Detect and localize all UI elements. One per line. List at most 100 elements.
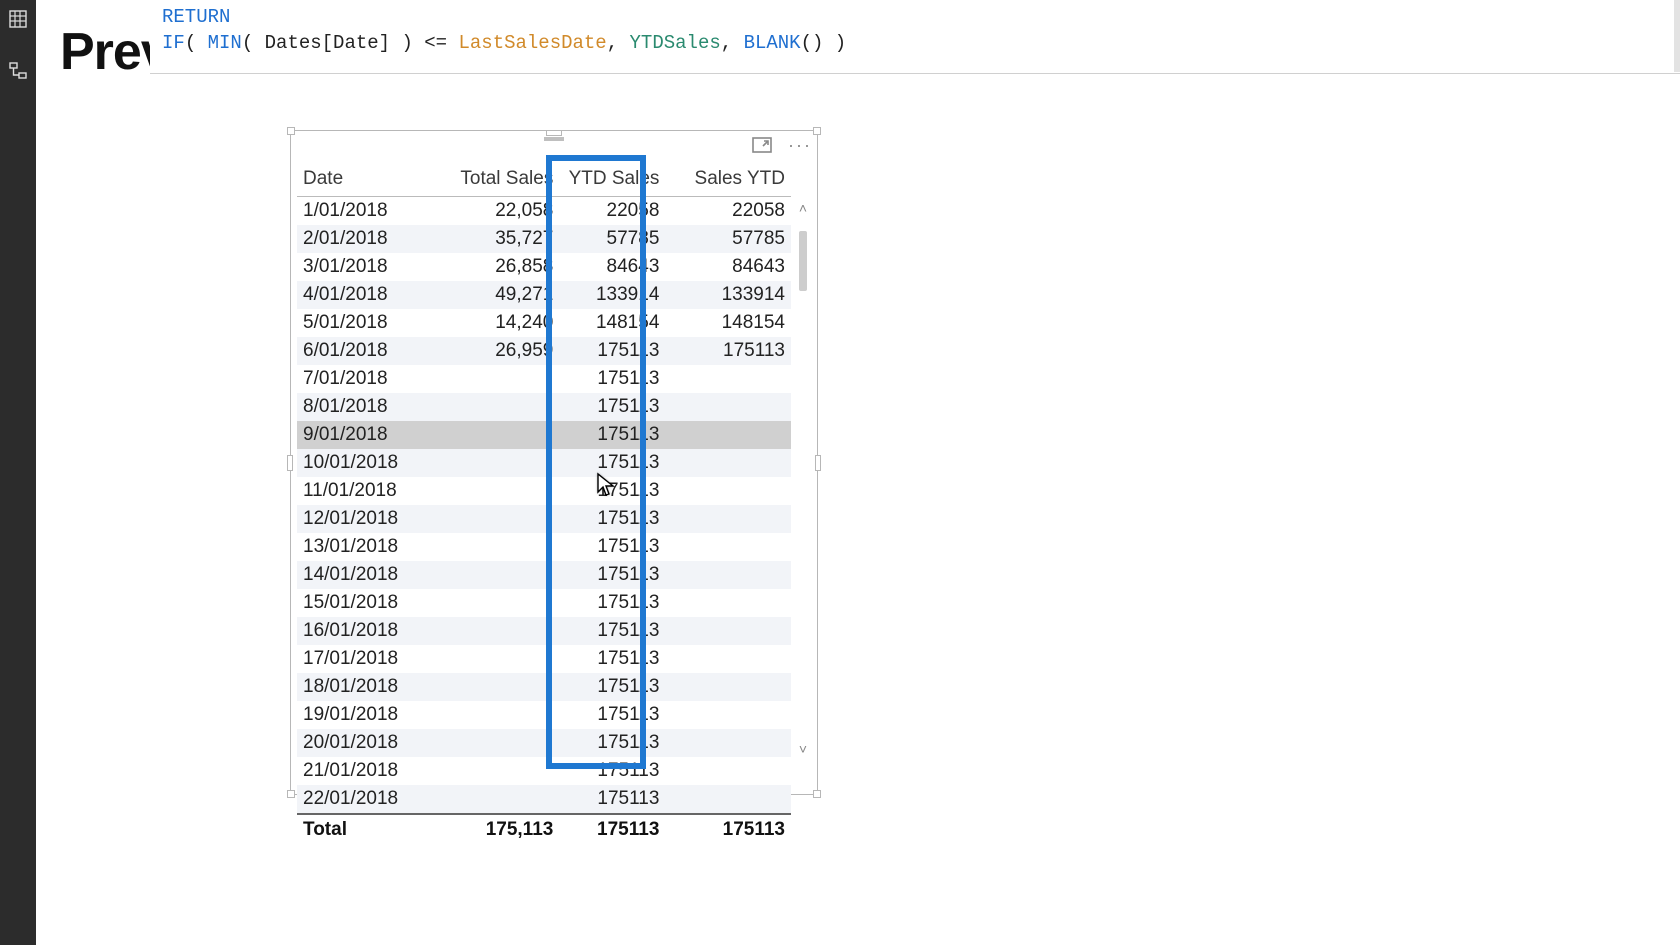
table-row[interactable]: 9/01/2018 175113 [297,421,791,449]
dax-blank-kw: BLANK [744,32,801,54]
date: 6/01/2018 [297,337,437,365]
cell-ytd-sales: 175113 [559,393,665,421]
cell-ytd-sales: 175113 [559,785,665,814]
table-row[interactable]: 7/01/2018175113 [297,365,791,393]
col-header-ytd-sales[interactable]: YTD Sales [559,165,665,197]
cell-sales-ytd: 22058 [665,197,791,226]
col-header-sales-ytd[interactable]: Sales YTD [665,165,791,197]
table-row[interactable]: 18/01/2018175113 [297,673,791,701]
left-nav-rail [0,0,36,945]
date: 17/01/2018 [297,645,437,673]
cell-sales-ytd [665,561,791,589]
resize-handle[interactable] [287,127,295,135]
cell-ytd-sales: 175113 [559,337,665,365]
date: 13/01/2018 [297,533,437,561]
col-header-total-sales[interactable]: Total Sales [437,165,560,197]
cell-total-sales [437,561,560,589]
resize-handle[interactable] [546,130,562,136]
cell-ytd-sales: 175113 [559,617,665,645]
cell-ytd-sales: 175113 [559,421,665,449]
col-header-date[interactable]: Date [297,165,437,197]
resize-handle[interactable] [287,455,293,471]
table-row[interactable]: 5/01/201814,240148154148154 [297,309,791,337]
scroll-up-icon[interactable]: ˄ [799,201,807,215]
cell-total-sales: 26,959 [437,337,560,365]
table-row[interactable]: 12/01/2018175113 [297,505,791,533]
table-row[interactable]: 22/01/2018 175113 [297,785,791,814]
table-row[interactable]: 6/01/201826,959175113175113 [297,337,791,365]
resize-handle[interactable] [815,455,821,471]
table-row[interactable]: 15/01/2018175113 [297,589,791,617]
table-row[interactable]: 21/01/2018175113 [297,757,791,785]
cell-sales-ytd: 57785 [665,225,791,253]
resize-handle[interactable] [813,127,821,135]
table-row[interactable]: 11/01/2018175113 [297,477,791,505]
cell-sales-ytd [665,393,791,421]
cell-ytd-sales: 175113 [559,477,665,505]
cell-ytd-sales: 22058 [559,197,665,226]
date: 19/01/2018 [297,701,437,729]
total-label: Total [297,814,437,844]
date: 12/01/2018 [297,505,437,533]
table-row[interactable]: 13/01/2018 175113 [297,533,791,561]
table-row[interactable]: 3/01/201826,8588464384643 [297,253,791,281]
dax-var-ytdsales: YTDSales [630,32,721,54]
table-row[interactable]: 19/01/2018175113 [297,701,791,729]
table-row[interactable]: 4/01/201849,271133914133914 [297,281,791,309]
data-table[interactable]: Date Total Sales YTD Sales Sales YTD 1/0… [297,165,791,844]
table-row[interactable]: 16/01/2018175113 [297,617,791,645]
model-view-icon[interactable] [0,54,36,88]
table-header-row: Date Total Sales YTD Sales Sales YTD [297,165,791,197]
drag-grip-icon[interactable] [544,137,564,141]
focus-mode-icon[interactable] [749,135,775,155]
cell-total-sales [437,617,560,645]
date: 9/01/2018 [297,421,437,449]
table-row[interactable]: 1/01/201822,0582205822058 [297,197,791,226]
cell-sales-ytd [665,757,791,785]
right-cropped-edge [1674,0,1680,72]
date: 2/01/2018 [297,225,437,253]
cell-ytd-sales: 175113 [559,729,665,757]
date: 14/01/2018 [297,561,437,589]
scroll-thumb[interactable] [799,231,807,291]
table-body: Date Total Sales YTD Sales Sales YTD 1/0… [297,165,811,788]
date: 7/01/2018 [297,365,437,393]
cell-ytd-sales: 175113 [559,533,665,561]
dax-return-kw: RETURN [162,6,230,28]
cell-total-sales [437,365,560,393]
cell-ytd-sales: 175113 [559,449,665,477]
total-sales-ytd: 175113 [665,814,791,844]
cell-ytd-sales: 175113 [559,673,665,701]
table-row[interactable]: 20/01/2018175113 [297,729,791,757]
table-visual[interactable]: ··· Date Total Sales YTD Sales Sales YTD… [290,130,818,795]
date: 15/01/2018 [297,589,437,617]
date: 22/01/2018 [297,785,437,814]
cell-sales-ytd [665,421,791,449]
table-row[interactable]: 10/01/2018175113 [297,449,791,477]
table-row[interactable]: 17/01/2018 175113 [297,645,791,673]
scroll-down-icon[interactable]: ˅ [799,742,807,756]
table-row[interactable]: 2/01/201835,7275778557785 [297,225,791,253]
cell-sales-ytd [665,785,791,814]
date: 21/01/2018 [297,757,437,785]
total-total-sales: 175,113 [437,814,560,844]
table-row[interactable]: 8/01/2018 175113 [297,393,791,421]
dax-if-kw: IF [162,32,185,54]
cell-total-sales: 35,727 [437,225,560,253]
cell-ytd-sales: 57785 [559,225,665,253]
cell-sales-ytd [665,673,791,701]
resize-handle[interactable] [813,790,821,798]
date: 8/01/2018 [297,393,437,421]
cell-total-sales [437,729,560,757]
more-options-icon[interactable]: ··· [787,135,813,155]
cell-total-sales [437,757,560,785]
table-row[interactable]: 14/01/2018175113 [297,561,791,589]
table-view-icon[interactable] [0,2,36,36]
cell-total-sales: 14,240 [437,309,560,337]
formula-bar[interactable]: RETURN IFIF( ( MIN( Dates[Date] ) <= Las… [150,0,1680,74]
vertical-scrollbar[interactable]: ˄ ˅ [795,201,811,756]
dax-text: ( Dates[Date] ) <= [242,32,459,54]
cell-ytd-sales: 175113 [559,645,665,673]
resize-handle[interactable] [287,790,295,798]
cell-ytd-sales: 148154 [559,309,665,337]
